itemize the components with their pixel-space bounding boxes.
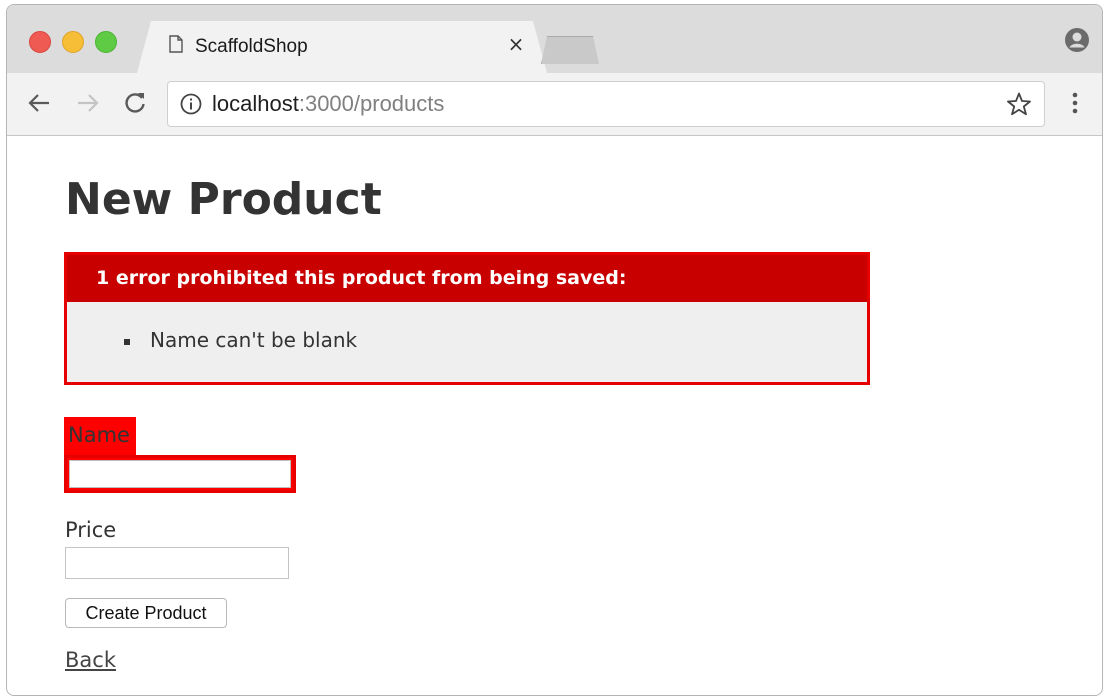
profile-icon[interactable] bbox=[1064, 27, 1090, 53]
tab-title: ScaffoldShop bbox=[195, 36, 308, 57]
error-explanation: 1 error prohibited this product from bei… bbox=[64, 252, 870, 385]
tab-close-icon[interactable]: × bbox=[505, 33, 527, 55]
name-label-error-wrapper: Name bbox=[64, 417, 136, 455]
name-label: Name bbox=[68, 423, 130, 447]
create-product-button[interactable]: Create Product bbox=[65, 598, 227, 628]
minimize-window-button[interactable] bbox=[62, 31, 84, 53]
forward-arrow-icon[interactable] bbox=[74, 89, 102, 117]
name-field[interactable] bbox=[69, 460, 291, 488]
tab-strip: ScaffoldShop × bbox=[7, 5, 1102, 73]
bullet-icon bbox=[124, 339, 130, 345]
page-title: New Product bbox=[65, 174, 382, 225]
url-path: :3000/products bbox=[298, 91, 445, 116]
new-tab-button[interactable] bbox=[541, 36, 599, 64]
info-icon[interactable] bbox=[180, 93, 202, 115]
menu-icon[interactable] bbox=[1067, 89, 1083, 117]
error-message: Name can't be blank bbox=[150, 328, 358, 352]
price-field[interactable] bbox=[65, 547, 289, 579]
browser-toolbar: localhost:3000/products bbox=[7, 73, 1102, 136]
back-arrow-icon[interactable] bbox=[25, 89, 53, 117]
address-bar[interactable]: localhost:3000/products bbox=[167, 81, 1045, 127]
url-text[interactable]: localhost:3000/products bbox=[212, 91, 444, 117]
browser-tab[interactable]: ScaffoldShop × bbox=[137, 21, 547, 73]
page-icon bbox=[169, 35, 183, 53]
error-header: 1 error prohibited this product from bei… bbox=[67, 255, 867, 302]
price-label: Price bbox=[65, 518, 117, 542]
star-icon[interactable] bbox=[1006, 91, 1032, 117]
name-field-error-wrapper bbox=[64, 455, 296, 493]
url-host: localhost bbox=[212, 91, 299, 116]
maximize-window-button[interactable] bbox=[95, 31, 117, 53]
close-window-button[interactable] bbox=[29, 31, 51, 53]
browser-window: ScaffoldShop × localhost:3000/products N… bbox=[6, 4, 1103, 696]
page-content: New Product 1 error prohibited this prod… bbox=[7, 136, 1102, 695]
back-link[interactable]: Back bbox=[65, 648, 116, 672]
reload-icon[interactable] bbox=[121, 89, 149, 117]
